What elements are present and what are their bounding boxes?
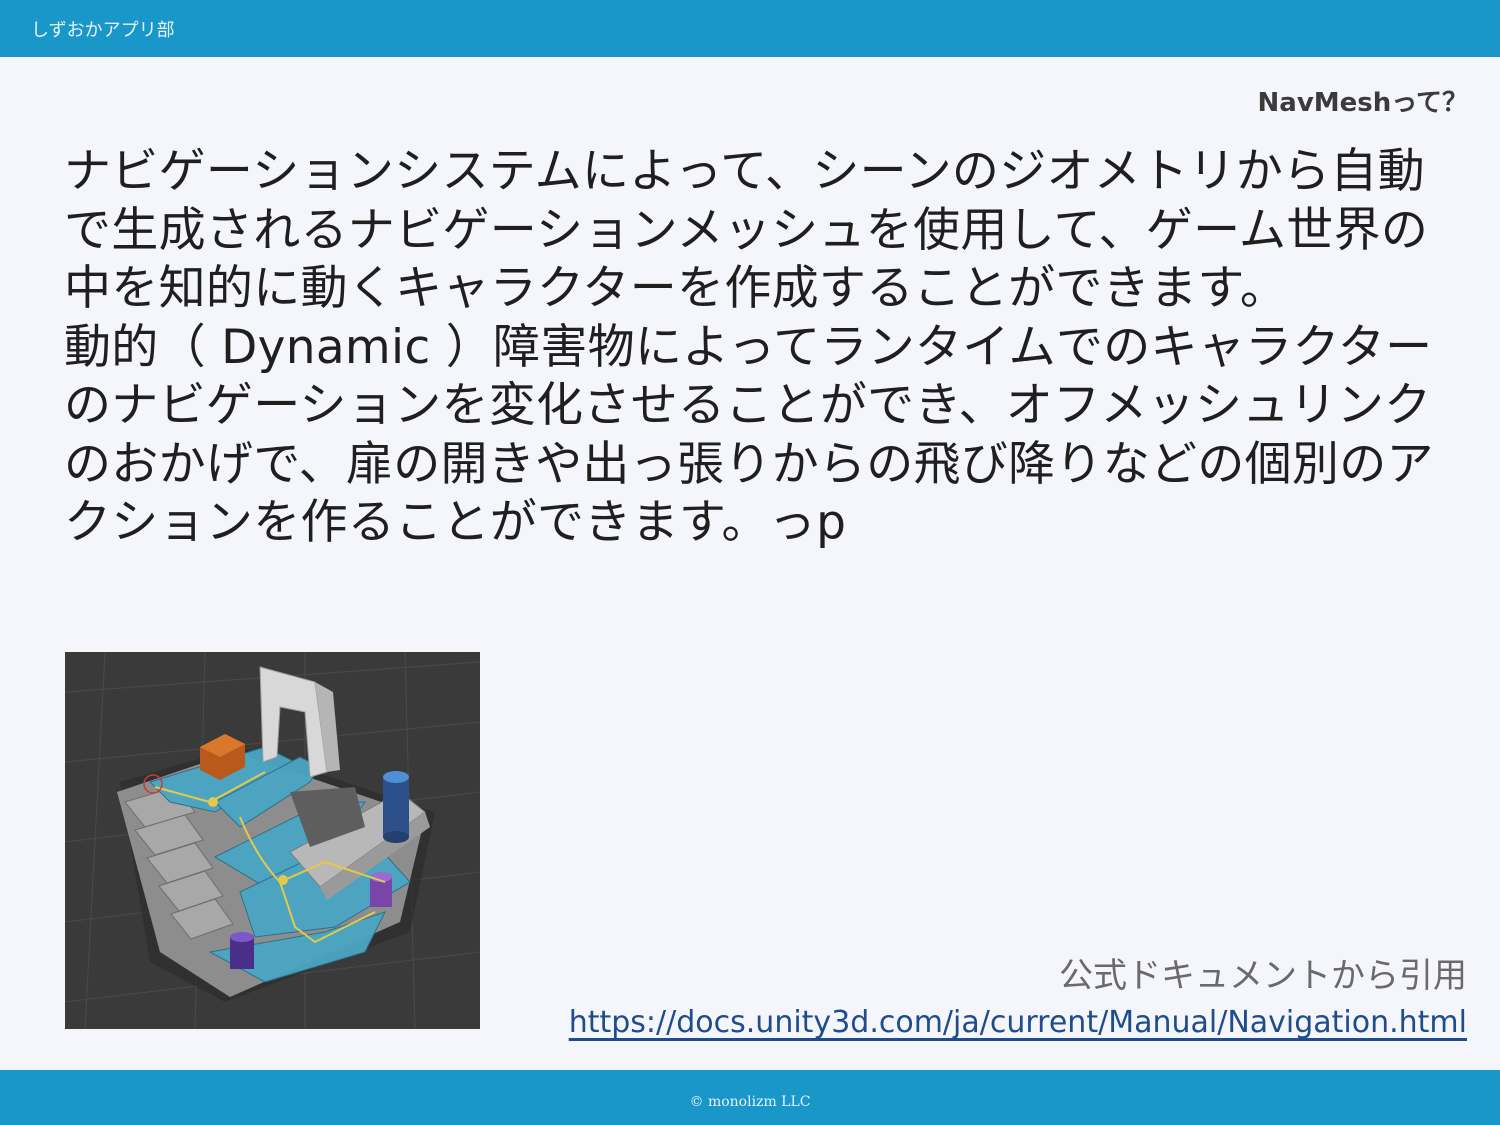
header-bar: しずおかアプリ部 [0,0,1500,57]
copyright-text: © monolizm LLC [689,1094,811,1110]
source-link[interactable]: https://docs.unity3d.com/ja/current/Manu… [569,1005,1467,1040]
citation-text: 公式ドキュメントから引用 [1059,956,1467,996]
paragraph-navigation-system: ナビゲーションシステムによって、シーンのジオメトリから自動で生成されるナビゲーシ… [64,144,1429,316]
navmesh-scene-image [65,652,480,1029]
org-name: しずおかアプリ部 [31,20,175,41]
slide-title: NavMeshって？ [1257,88,1468,118]
body-text: ナビゲーションシステムによって、シーンのジオメトリから自動で生成されるナビゲーシ… [64,143,1444,553]
footer-bar: © monolizm LLC [0,1070,1500,1125]
paragraph-dynamic-obstacles: 動的（ Dynamic ）障害物によってランタイムでのキャラクターのナビゲーショ… [64,319,1434,551]
